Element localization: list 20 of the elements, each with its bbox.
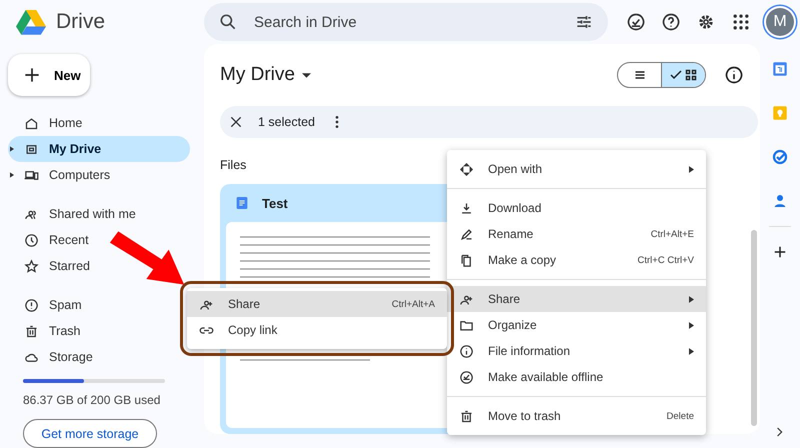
menu-item-label: Share bbox=[228, 297, 262, 311]
app-name: Drive bbox=[56, 10, 106, 34]
keyboard-shortcut: Ctrl+C Ctrl+V bbox=[638, 254, 694, 266]
menu-item-label: Make available offline bbox=[488, 370, 604, 384]
menu-item-label: Download bbox=[488, 201, 542, 215]
keyboard-shortcut: Delete bbox=[666, 410, 694, 422]
menu-item-label: Rename bbox=[488, 227, 534, 241]
storage-usage-text: 86.37 GB of 200 GB used bbox=[23, 393, 162, 408]
menu-item-label: Share bbox=[488, 292, 522, 306]
menu-item-label: Move to trash bbox=[488, 409, 562, 423]
section-heading: Files bbox=[220, 158, 246, 172]
selection-count: 1 selected bbox=[258, 115, 315, 129]
menu-item-label: File information bbox=[488, 344, 572, 358]
menu-item-label: Make a copy bbox=[488, 253, 558, 267]
menu-item-label: Copy link bbox=[228, 323, 278, 337]
menu-item-label: Open with bbox=[488, 162, 544, 176]
keyboard-shortcut: Ctrl+Alt+A bbox=[392, 298, 435, 310]
keyboard-shortcut: Ctrl+Alt+E bbox=[650, 228, 694, 240]
file-name: Test bbox=[262, 196, 288, 210]
menu-item-label: Organize bbox=[488, 318, 538, 332]
